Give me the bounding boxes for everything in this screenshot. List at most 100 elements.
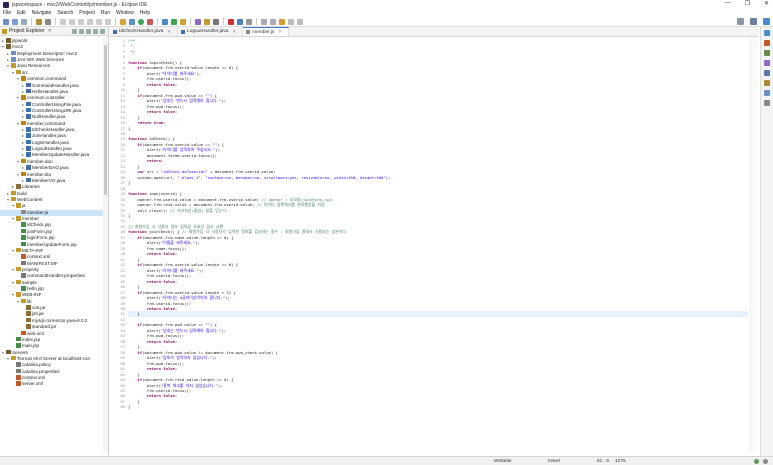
markers-icon[interactable] [764,50,770,56]
status-bar: Writable Insert 51 : 6 1275 [0,456,773,465]
step-into-icon[interactable] [96,18,102,25]
close-tab-icon[interactable]: ✕ [278,29,282,35]
open-perspective-icon[interactable] [120,18,126,25]
open-type-icon[interactable] [36,18,42,25]
data-source-icon[interactable] [764,80,770,86]
menu-edit[interactable]: Edit [17,10,26,16]
tree-item-label: Deployment Descriptor: mvc2 [17,50,78,56]
menu-search[interactable]: Search [57,10,73,16]
editor-tab[interactable]: LogoutHandler.java ✕ [178,27,244,36]
link-with-editor-icon[interactable] [79,29,84,34]
tree-item-label: META-INF [22,247,44,253]
file-icon [246,30,251,34]
perspective-bar [737,18,770,25]
new-package-icon[interactable] [171,18,177,25]
run-icon[interactable] [138,18,144,25]
open-task-icon[interactable] [195,18,201,25]
editor-tab[interactable]: IdCheckHandler.java ✕ [110,27,179,36]
maximize-view-icon[interactable] [100,29,105,34]
tree-item-icon [6,38,11,43]
menu-bar: File Edit Navigate Search Project Run Wi… [0,9,773,17]
suspend-icon[interactable] [78,18,84,25]
tree-item-label: commandHandler.properties [27,273,85,279]
menu-file[interactable]: File [3,10,11,16]
new-icon[interactable] [3,18,9,25]
tree-item-icon [21,286,26,291]
block-selection-icon[interactable] [246,18,252,25]
resume-icon[interactable] [69,18,75,25]
tree-item-icon [26,324,31,329]
project-explorer-title[interactable]: Project Explorer [9,28,45,34]
close-tab-icon[interactable]: ✕ [232,29,236,35]
close-icon[interactable]: ✕ [48,28,52,34]
close-button[interactable]: ✕ [764,0,769,7]
previous-annotation-icon[interactable] [270,18,276,25]
terminate-icon[interactable] [87,18,93,25]
code-editor[interactable]: 1 2 3 4 5 6 7 8 9 10 11 12 13 14 15 16 17 18 19 20 21 22 23 24 2… [110,38,750,452]
tree-item-icon [16,184,21,189]
open-folder-icon[interactable] [204,18,210,25]
editor-tab-label: member.js [252,29,275,35]
java-ee-perspective-icon[interactable] [750,18,757,25]
save-icon[interactable] [12,18,18,25]
pin-editor-icon[interactable] [213,18,219,25]
tree-item-icon [26,127,31,132]
close-tab-icon[interactable]: ✕ [167,29,171,35]
forward-icon[interactable] [297,18,303,25]
code-line[interactable]: } [128,404,748,409]
tree-item-icon [16,266,21,272]
tree-item-icon [21,171,26,177]
next-annotation-icon[interactable] [261,18,267,25]
menu-navigate[interactable]: Navigate [32,10,52,16]
scrollbar-thumb[interactable] [104,45,107,195]
back-icon[interactable] [288,18,294,25]
last-edit-icon[interactable] [279,18,285,25]
notifications-icon[interactable] [763,459,768,464]
menu-help[interactable]: Help [140,10,150,16]
view-menu-icon[interactable] [86,29,91,34]
tree-item-label: common.command [27,76,67,82]
new-java-project-icon[interactable] [162,18,168,25]
editor-tab[interactable]: member.js ✕ [243,27,290,36]
tree-item-label: mvc2 [12,44,23,50]
explorer-scrollbar[interactable] [103,37,108,452]
collapse-all-icon[interactable] [72,29,77,34]
console-icon[interactable] [764,100,770,106]
step-over-icon[interactable] [105,18,111,25]
status-insert-mode[interactable]: Insert [548,459,560,464]
tree-item-icon [16,216,21,221]
toggle-whitespace-icon[interactable] [237,18,243,25]
properties-icon[interactable] [764,60,770,66]
outline-icon[interactable] [764,30,770,36]
menu-project[interactable]: Project [79,10,95,16]
terminal-icon[interactable] [45,18,51,25]
servers-icon[interactable] [764,70,770,76]
toggle-mark-icon[interactable] [228,18,234,25]
minimize-button[interactable]: — [725,0,731,7]
java-perspective-icon[interactable] [763,18,770,25]
menu-window[interactable]: Window [116,10,134,16]
tree-item-label: memberUpdateForm.jsp [27,241,77,247]
status-cursor-position[interactable]: 51 : 6 [597,459,609,464]
code-text[interactable]: /** * */function loginCheck() { if(docum… [128,38,748,410]
tree-item[interactable]: server.xml [0,381,103,387]
tree-item-label: MANIFEST.MF [27,260,58,266]
search-icon[interactable] [737,18,744,25]
new-class-icon[interactable] [180,18,186,25]
minimize-view-icon[interactable] [93,29,98,34]
external-tools-icon[interactable] [147,18,153,25]
save-all-icon[interactable] [21,18,27,25]
maximize-button[interactable]: ❐ [745,0,750,7]
task-list-icon[interactable] [764,40,770,46]
tree-item-icon [11,196,16,202]
tree-item-icon [16,362,21,367]
editor-overview-ruler[interactable] [750,38,757,452]
snippets-icon[interactable] [764,90,770,96]
sync-icon[interactable] [754,459,759,464]
menu-run[interactable]: Run [101,10,110,16]
tree-item-icon [26,146,31,151]
skip-breakpoints-icon[interactable] [60,18,66,25]
debug-icon[interactable] [129,18,135,25]
tree-item-icon [21,273,26,278]
right-trim-stack [760,27,773,456]
